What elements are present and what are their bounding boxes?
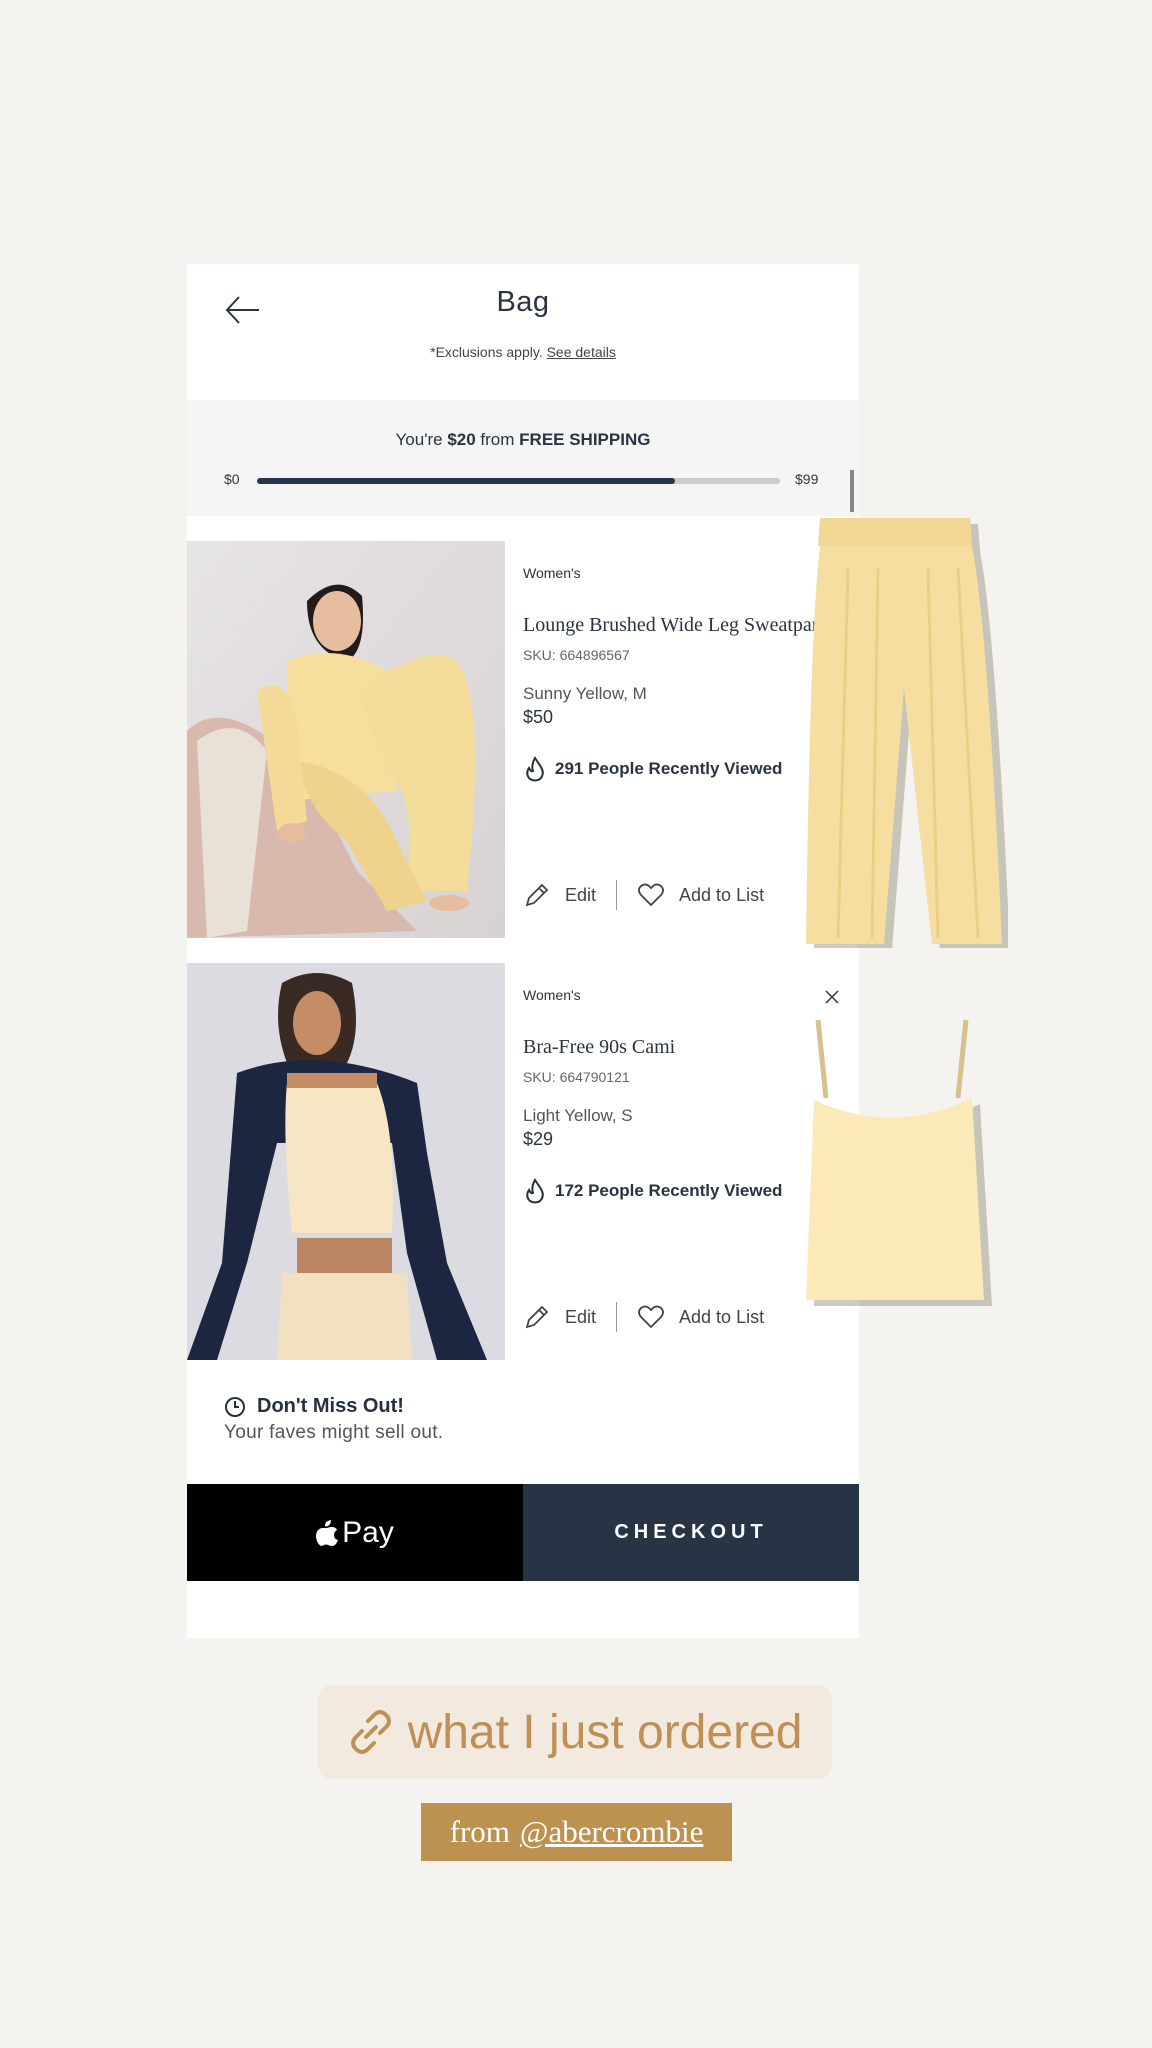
mention-handle[interactable]: @abercrombie xyxy=(520,1814,703,1850)
page-title: Bag xyxy=(496,286,550,318)
edit-label: Edit xyxy=(565,884,597,905)
bag-header: Bag *Exclusions apply. See details xyxy=(187,264,859,399)
progress-min-label: $0 xyxy=(224,471,240,487)
product-gender: Women's xyxy=(523,565,581,581)
product-price: $50 xyxy=(523,707,554,727)
checkout-button[interactable]: CHECKOUT xyxy=(523,1484,859,1581)
clock-icon xyxy=(225,1396,245,1417)
heart-icon xyxy=(638,883,664,907)
recently-viewed: 172 People Recently Viewed xyxy=(523,1178,782,1204)
action-divider xyxy=(616,1302,618,1332)
shipping-amount: $20 xyxy=(447,430,476,449)
product-photo[interactable] xyxy=(187,963,505,1360)
item-actions: Edit Add to List xyxy=(523,880,764,910)
see-details-link[interactable]: See details xyxy=(547,344,616,360)
progress-max-label: $99 xyxy=(795,471,819,487)
mention-prefix: from xyxy=(449,1814,510,1849)
pencil-icon xyxy=(525,883,549,907)
sweatpant-product-cutout xyxy=(806,518,1008,948)
product-name[interactable]: Lounge Brushed Wide Leg Sweatpant xyxy=(523,614,827,637)
apple-pay-button[interactable]: Pay xyxy=(187,1484,523,1581)
flame-icon xyxy=(526,1178,544,1204)
dont-miss-title-row: Don't Miss Out! xyxy=(224,1395,443,1418)
product-variant: Light Yellow, S xyxy=(523,1106,633,1125)
add-to-list-label: Add to List xyxy=(679,884,765,905)
cami-product-cutout xyxy=(806,1019,992,1306)
recently-viewed: 291 People Recently Viewed xyxy=(523,756,782,782)
edit-label: Edit xyxy=(565,1306,597,1327)
product-gender: Women's xyxy=(523,987,581,1003)
link-icon xyxy=(350,1710,391,1754)
scrollbar[interactable] xyxy=(850,470,854,512)
free-shipping-progress: You're $20 from FREE SHIPPING $0 $99 xyxy=(187,400,859,516)
edit-button[interactable]: Edit xyxy=(523,1303,596,1331)
product-price: $29 xyxy=(523,1129,554,1149)
apple-pay-label: Pay xyxy=(342,1515,394,1549)
product-sku: SKU: 664790121 xyxy=(523,1069,630,1085)
shipping-msg-prefix: You're xyxy=(395,430,443,449)
action-divider xyxy=(616,880,618,910)
model-photo-cami xyxy=(187,963,505,1360)
add-to-list-button[interactable]: Add to List xyxy=(637,882,764,908)
dont-miss-subtitle: Your faves might sell out. xyxy=(224,1422,444,1443)
payment-bar: Pay CHECKOUT xyxy=(187,1484,859,1581)
close-icon xyxy=(825,990,839,1004)
recently-viewed-text: 172 People Recently Viewed xyxy=(555,1181,783,1200)
model-photo-sweatpant xyxy=(187,541,505,938)
bag-item: Women's Lounge Brushed Wide Leg Sweatpan… xyxy=(187,541,859,938)
bag-screen: Bag *Exclusions apply. See details You'r… xyxy=(187,264,859,1638)
bag-item: Women's Bra-Free 90s Cami SKU: 664790121… xyxy=(187,963,859,1360)
product-photo[interactable] xyxy=(187,541,505,938)
exclusions-note: *Exclusions apply. See details xyxy=(187,344,859,360)
add-to-list-button[interactable]: Add to List xyxy=(637,1304,764,1330)
dont-miss-title: Don't Miss Out! xyxy=(257,1395,404,1417)
dont-miss-out-notice: Don't Miss Out! Your faves might sell ou… xyxy=(224,1395,443,1444)
edit-button[interactable]: Edit xyxy=(523,881,596,909)
mention-tag: from @abercrombie xyxy=(421,1803,732,1861)
remove-item-button[interactable] xyxy=(823,988,841,1006)
item-actions: Edit Add to List xyxy=(523,1302,764,1332)
exclusions-text: *Exclusions apply. xyxy=(430,344,543,360)
pencil-icon xyxy=(525,1305,549,1329)
flame-icon xyxy=(526,756,544,782)
shipping-message: You're $20 from FREE SHIPPING xyxy=(187,430,859,450)
progress-track xyxy=(257,478,780,484)
progress-fill xyxy=(257,478,676,484)
link-sticker[interactable]: what I just ordered xyxy=(318,1685,832,1779)
apple-logo-icon xyxy=(316,1519,339,1546)
product-variant: Sunny Yellow, M xyxy=(523,684,647,703)
link-sticker-text: what I just ordered xyxy=(407,1705,803,1759)
product-sku: SKU: 664896567 xyxy=(523,647,630,663)
recently-viewed-text: 291 People Recently Viewed xyxy=(555,759,783,778)
product-name[interactable]: Bra-Free 90s Cami xyxy=(523,1036,675,1059)
shipping-msg-mid: from xyxy=(480,430,515,449)
heart-icon xyxy=(638,1305,664,1329)
add-to-list-label: Add to List xyxy=(679,1306,765,1327)
free-shipping-label: FREE SHIPPING xyxy=(519,430,651,449)
